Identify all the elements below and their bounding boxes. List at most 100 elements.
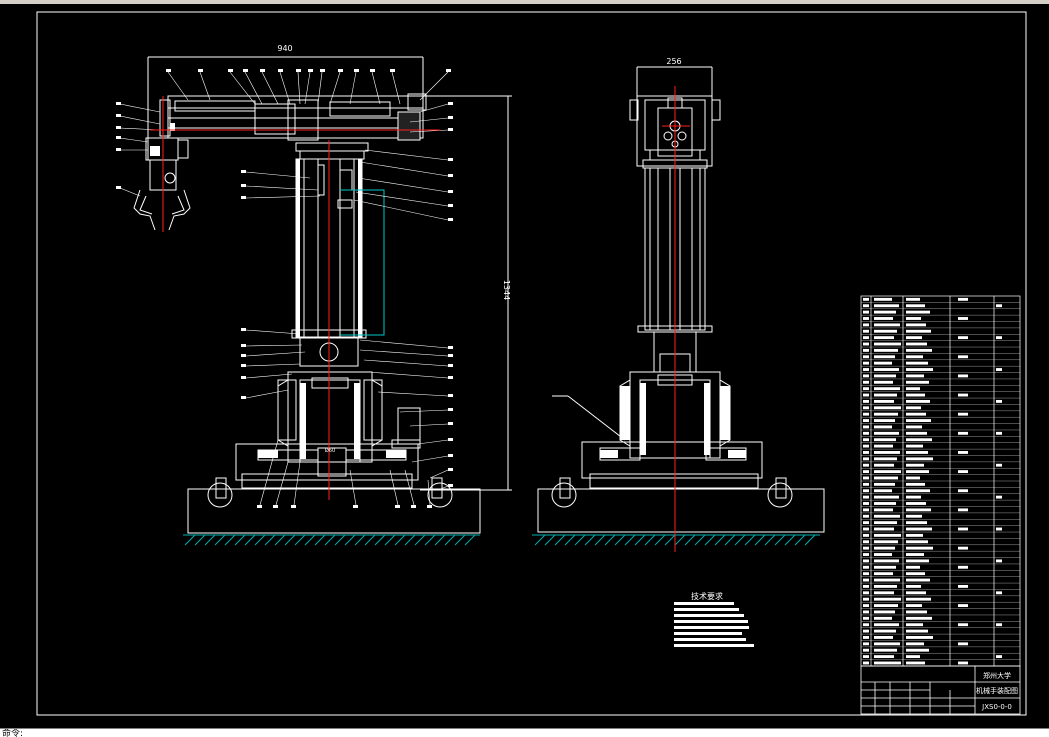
parts-row-text-mark	[863, 451, 869, 454]
parts-row-text-mark	[996, 495, 1002, 499]
parts-row-text-mark	[863, 323, 869, 327]
parts-row-text-mark	[874, 533, 901, 537]
dim-height: 1344	[502, 280, 511, 300]
parts-row-text-mark	[906, 310, 930, 314]
parts-row-text-mark	[996, 431, 1002, 435]
parts-row-text-mark	[906, 527, 932, 531]
parts-row-text-mark	[906, 393, 925, 397]
parts-row-text-mark	[874, 591, 894, 595]
parts-row-text-mark	[906, 419, 931, 422]
parts-row-text-mark	[906, 329, 931, 333]
parts-row-text-mark	[863, 636, 869, 639]
parts-row-text-mark	[863, 489, 869, 493]
parts-row-text-mark	[874, 565, 896, 569]
parts-row-text-mark	[958, 393, 968, 397]
parts-row-text-mark	[874, 463, 894, 467]
parts-row-text-mark	[863, 553, 869, 556]
parts-row-text-mark	[958, 604, 968, 607]
parts-row-text-mark	[874, 336, 894, 340]
parts-row-text-mark	[863, 425, 869, 429]
dim-side-width: 256	[666, 57, 681, 66]
parts-row-text-mark	[958, 642, 968, 646]
parts-row-text-mark	[958, 355, 968, 359]
parts-row-text-mark	[958, 451, 968, 454]
parts-row-text-mark	[863, 444, 869, 448]
parts-row-text-mark	[874, 361, 892, 365]
parts-row-text-mark	[863, 616, 869, 620]
notes-lines	[674, 602, 754, 647]
parts-row-text-mark	[863, 329, 869, 333]
parts-row-text-mark	[863, 642, 869, 646]
side-view	[537, 66, 825, 533]
parts-row-text-mark	[906, 317, 921, 320]
parts-row-text-mark	[906, 616, 932, 620]
parts-row-text-mark	[996, 559, 1002, 563]
parts-row-text-mark	[996, 623, 1002, 627]
parts-row-text-mark	[906, 604, 922, 607]
notes-title: 技术要求	[691, 591, 723, 601]
parts-row-text-mark	[906, 476, 920, 480]
parts-row-text-mark	[906, 444, 923, 448]
parts-row-text-mark	[874, 655, 894, 659]
parts-row-text-mark	[906, 355, 923, 359]
parts-row-text-mark	[906, 623, 923, 627]
parts-row-text-mark	[863, 482, 869, 486]
parts-row-text-mark	[958, 489, 968, 493]
parts-row-text-mark	[863, 533, 869, 537]
parts-row-text-mark	[906, 336, 922, 340]
parts-row-text-mark	[906, 578, 930, 582]
parts-row-text-mark	[874, 610, 895, 614]
parts-row-text-mark	[874, 629, 896, 633]
parts-row-text-mark	[863, 597, 869, 601]
parts-row-text-mark	[863, 584, 869, 588]
parts-row-text-mark	[863, 578, 869, 582]
parts-row-text-mark	[874, 508, 893, 512]
parts-row-text-mark	[996, 463, 1002, 467]
parts-row-text-mark	[874, 304, 899, 308]
parts-row-text-mark	[958, 470, 968, 474]
parts-row-text-mark	[863, 374, 869, 378]
parts-row-text-mark	[906, 553, 924, 556]
parts-row-text-mark	[863, 387, 869, 391]
parts-row-text-mark	[863, 521, 869, 525]
parts-row-text-mark	[863, 610, 869, 614]
parts-row-text-mark	[863, 317, 869, 320]
parts-row-text-mark	[958, 431, 968, 435]
parts-row-text-mark	[863, 565, 869, 569]
parts-row-text-mark	[906, 610, 927, 614]
parts-row-text-mark	[863, 629, 869, 633]
parts-row-text-mark	[863, 336, 869, 340]
parts-row-text-mark	[906, 399, 930, 403]
parts-row-text-mark	[906, 629, 928, 633]
parts-row-text-mark	[906, 502, 926, 505]
parts-row-text-mark	[906, 514, 922, 518]
parts-row-text-mark	[863, 559, 869, 563]
parts-row-text-mark	[863, 540, 869, 544]
parts-row-text-mark	[958, 412, 968, 416]
parts-row-text-mark	[874, 527, 894, 531]
parts-row-text-mark	[906, 463, 924, 467]
parts-row-text-mark	[906, 470, 929, 474]
parts-row-text-mark	[906, 546, 933, 550]
parts-row-text-mark	[906, 380, 929, 384]
parts-row-text-mark	[863, 419, 869, 422]
cad-drawing-canvas[interactable]: 940 1344 Ø60 256 技术要求 郑州大学 机械手装配图 JXS0-0…	[0, 0, 1049, 728]
parts-row-text-mark	[874, 572, 893, 576]
parts-row-text-mark	[874, 546, 895, 550]
parts-row-text-mark	[874, 616, 892, 620]
parts-row-text-mark	[874, 431, 899, 435]
dim-bore: Ø60	[325, 447, 335, 454]
parts-row-text-mark	[874, 604, 898, 607]
parts-row-text-mark	[874, 502, 896, 505]
parts-row-text-mark	[863, 623, 869, 627]
parts-row-text-mark	[996, 527, 1002, 531]
parts-row-text-mark	[874, 540, 898, 544]
parts-row-text-mark	[906, 584, 921, 588]
parts-row-text-mark	[906, 508, 931, 512]
parts-row-text-mark	[863, 572, 869, 576]
parts-row-text-mark	[863, 470, 869, 474]
parts-row-text-mark	[958, 508, 968, 512]
parts-row-text-mark	[958, 527, 968, 531]
parts-row-text-mark	[874, 310, 896, 314]
title-school: 郑州大学	[983, 671, 1011, 680]
